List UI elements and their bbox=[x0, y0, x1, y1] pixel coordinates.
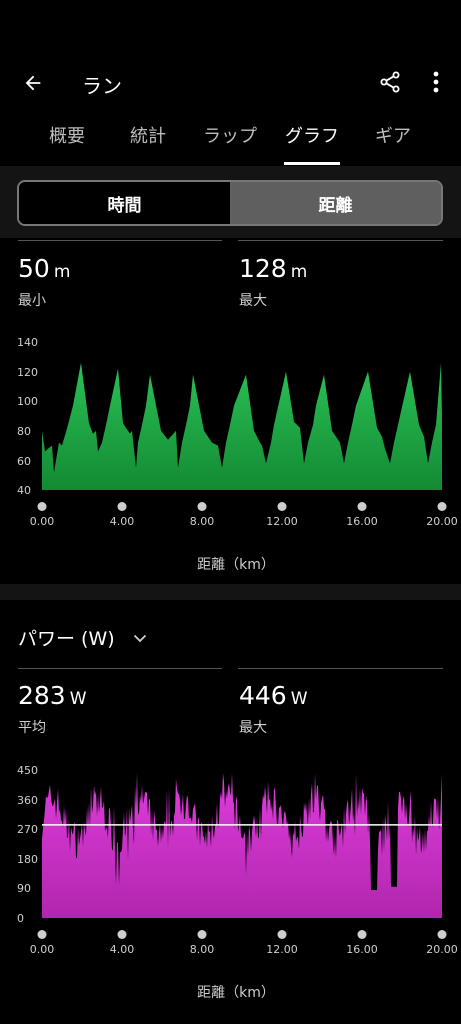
power-avg-value: 283 W bbox=[18, 681, 87, 710]
elevation-max-unit: m bbox=[290, 262, 308, 282]
power-avg-unit: W bbox=[69, 689, 87, 709]
x-tick-dot bbox=[117, 930, 127, 939]
x-tick-label: 12.00 bbox=[266, 515, 298, 528]
elevation-min-label: 最小 bbox=[18, 293, 46, 309]
x-tick-dot bbox=[197, 502, 207, 511]
elevation-chart bbox=[42, 362, 442, 490]
elevation-min-value: 50 m bbox=[18, 254, 70, 283]
x-tick-dot bbox=[357, 930, 367, 939]
power-max-label: 最大 bbox=[239, 720, 267, 736]
arrow-left-icon bbox=[25, 75, 41, 91]
power-avg-number: 283 bbox=[18, 681, 66, 710]
tab-stats[interactable]: 統計 bbox=[130, 122, 166, 148]
tab-overview[interactable]: 概要 bbox=[49, 122, 85, 148]
share-icon bbox=[380, 71, 400, 93]
x-tick-dot bbox=[197, 930, 207, 939]
x-tick-dot bbox=[357, 502, 367, 511]
segment-time[interactable]: 時間 bbox=[19, 182, 230, 224]
x-tick-dot bbox=[37, 930, 47, 939]
active-tab-indicator bbox=[284, 162, 340, 165]
back-button[interactable] bbox=[16, 66, 50, 100]
x-tick-dot bbox=[37, 502, 47, 511]
divider bbox=[238, 668, 443, 669]
divider bbox=[18, 668, 222, 669]
metric-selector[interactable]: パワー (W) bbox=[18, 624, 147, 651]
elevation-max-value: 128 m bbox=[239, 254, 307, 283]
x-tick-label: 20.00 bbox=[426, 943, 458, 956]
x-tick-dot bbox=[117, 502, 127, 511]
tab-graph[interactable]: グラフ bbox=[285, 122, 339, 148]
x-tick-label: 16.00 bbox=[346, 515, 378, 528]
tab-laps[interactable]: ラップ bbox=[203, 122, 257, 148]
elevation-max-label: 最大 bbox=[239, 293, 267, 309]
x-tick-label: 12.00 bbox=[266, 943, 298, 956]
share-button[interactable] bbox=[374, 66, 406, 98]
power-avg-label: 平均 bbox=[18, 720, 46, 736]
x-axis-title: 距離（km） bbox=[197, 985, 275, 1001]
more-vert-icon bbox=[433, 71, 439, 93]
x-tick-label: 4.00 bbox=[109, 515, 135, 528]
tab-gear[interactable]: ギア bbox=[375, 122, 411, 148]
metric-label: パワー (W) bbox=[18, 628, 115, 650]
chevron-down-icon bbox=[133, 634, 146, 642]
x-tick-dot bbox=[277, 502, 287, 511]
x-tick-label: 0.00 bbox=[29, 515, 55, 528]
power-chart bbox=[42, 773, 442, 918]
section-gap bbox=[0, 584, 461, 600]
tab-bar: 概要 統計 ラップ グラフ ギア bbox=[0, 122, 461, 166]
x-tick-dot bbox=[437, 930, 447, 939]
divider bbox=[18, 240, 222, 241]
x-tick-label: 8.00 bbox=[189, 943, 215, 956]
power-area bbox=[42, 773, 442, 918]
power-max-unit: W bbox=[290, 689, 308, 709]
segment-distance[interactable]: 距離 bbox=[230, 182, 441, 224]
power-max-value: 446 W bbox=[239, 681, 308, 710]
power-max-number: 446 bbox=[239, 681, 287, 710]
x-axis-mode-toggle: 時間 距離 bbox=[17, 180, 443, 226]
x-tick-label: 4.00 bbox=[109, 943, 135, 956]
x-tick-label: 8.00 bbox=[189, 515, 215, 528]
divider bbox=[238, 240, 443, 241]
elevation-max-number: 128 bbox=[239, 254, 287, 283]
x-axis-title: 距離（km） bbox=[197, 557, 275, 573]
x-tick-dot bbox=[277, 930, 287, 939]
x-tick-label: 16.00 bbox=[346, 943, 378, 956]
x-tick-label: 0.00 bbox=[29, 943, 55, 956]
page-title: ラン bbox=[82, 74, 122, 98]
elevation-min-unit: m bbox=[53, 262, 71, 282]
x-tick-dot bbox=[437, 502, 447, 511]
more-options-button[interactable] bbox=[424, 66, 448, 98]
elevation-min-number: 50 bbox=[18, 254, 50, 283]
elevation-area bbox=[42, 362, 442, 490]
x-tick-label: 20.00 bbox=[426, 515, 458, 528]
